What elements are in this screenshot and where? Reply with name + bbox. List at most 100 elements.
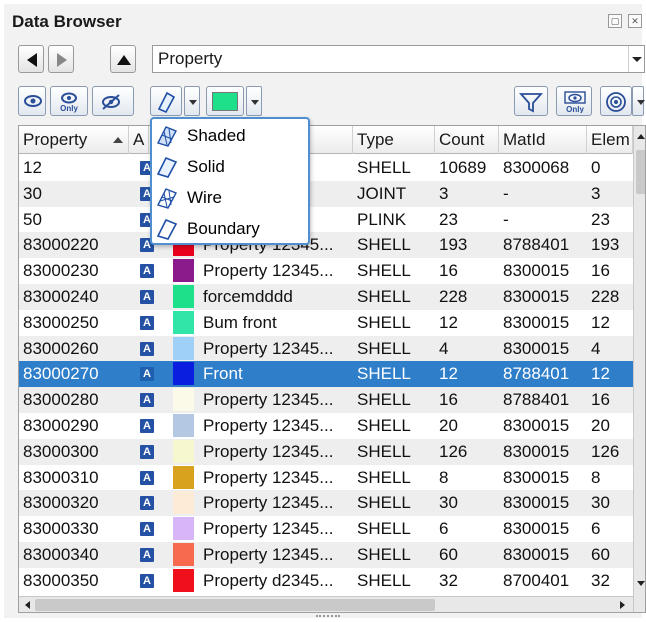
cell-property: 83000340 bbox=[23, 544, 99, 564]
assembly-icon: A bbox=[140, 289, 154, 304]
table-row[interactable]: 83000270 Front SHELL 12 8788401 12 A bbox=[19, 361, 633, 388]
color-swatch[interactable] bbox=[173, 413, 194, 437]
color-dropdown[interactable] bbox=[246, 86, 262, 116]
scroll-up-icon[interactable] bbox=[634, 130, 646, 144]
color-swatch bbox=[212, 92, 238, 111]
vertical-scroll-thumb[interactable] bbox=[636, 150, 645, 194]
table-row[interactable]: 83000320 Property 12345... SHELL 30 8300015 3… bbox=[19, 490, 633, 517]
table-row[interactable]: 83000350 Property d2345... SHELL 32 8700401 3… bbox=[19, 568, 633, 594]
color-button[interactable] bbox=[206, 86, 244, 116]
close-icon[interactable]: ✕ bbox=[628, 14, 642, 28]
shaded-icon bbox=[157, 126, 177, 147]
show-only-filtered-button[interactable]: Only bbox=[556, 86, 592, 116]
display-mode-button[interactable] bbox=[150, 86, 182, 116]
column-header-elem[interactable]: Elem bbox=[587, 126, 633, 154]
hide-button[interactable] bbox=[92, 86, 134, 116]
filter-button[interactable] bbox=[514, 86, 548, 116]
scroll-left-icon[interactable] bbox=[21, 598, 35, 612]
target-dropdown[interactable] bbox=[632, 86, 645, 116]
table-row[interactable]: 50rtyPLINK23-23A bbox=[19, 207, 633, 233]
back-button[interactable] bbox=[18, 45, 44, 73]
color-swatch[interactable] bbox=[173, 336, 194, 360]
cell-type: PLINK bbox=[357, 209, 407, 229]
assembly-icon: A bbox=[140, 573, 154, 588]
cell-elem: 8 bbox=[591, 467, 601, 487]
chevron-down-icon[interactable] bbox=[628, 46, 644, 72]
color-swatch[interactable] bbox=[173, 284, 194, 308]
color-swatch[interactable] bbox=[173, 465, 194, 489]
cell-property: 83000240 bbox=[23, 286, 99, 306]
resize-grip[interactable] bbox=[316, 615, 340, 618]
table-row[interactable]: 30 JOINT 3-3 A bbox=[19, 180, 633, 207]
scroll-right-icon[interactable] bbox=[615, 598, 629, 612]
table-row[interactable]: 83000290 Property 12345... SHELL 20 8300015 2… bbox=[19, 413, 633, 439]
color-swatch[interactable] bbox=[173, 517, 194, 541]
table-header: Property A Type Count MatId Elem bbox=[19, 126, 633, 154]
entity-type-select[interactable]: Property bbox=[152, 45, 645, 73]
assembly-icon: A bbox=[140, 341, 154, 356]
color-swatch[interactable] bbox=[173, 568, 194, 592]
color-swatch[interactable] bbox=[173, 259, 194, 283]
column-header-a[interactable]: A bbox=[129, 126, 149, 154]
horizontal-scrollbar[interactable] bbox=[19, 596, 633, 612]
column-header-property[interactable]: Property bbox=[19, 126, 129, 154]
cell-name: Property 12345... bbox=[203, 493, 334, 513]
restore-icon[interactable]: ▢ bbox=[608, 14, 622, 28]
cell-count: 20 bbox=[439, 415, 458, 435]
color-swatch[interactable] bbox=[173, 439, 194, 463]
cell-elem: 23 bbox=[591, 209, 610, 229]
show-only-button[interactable]: Only bbox=[50, 86, 88, 116]
table-row[interactable]: 83000340 Property 12345... SHELL 60 8300015 6… bbox=[19, 541, 633, 568]
cell-type: SHELL bbox=[357, 467, 411, 487]
cell-matid: 8300015 bbox=[503, 261, 570, 281]
cell-count: 16 bbox=[439, 390, 458, 410]
cell-type: SHELL bbox=[357, 519, 411, 539]
arrow-left-icon bbox=[27, 53, 37, 67]
table-row[interactable]: 83000220Property 12345...SHELL1938788401… bbox=[19, 232, 633, 259]
scroll-down-icon[interactable] bbox=[634, 576, 646, 590]
menu-item-boundary[interactable]: Boundary bbox=[152, 214, 308, 244]
cell-type: SHELL bbox=[357, 261, 411, 281]
menu-item-shaded[interactable]: Shaded bbox=[152, 121, 308, 151]
menu-item-solid[interactable]: Solid bbox=[152, 152, 308, 182]
column-header-matid[interactable]: MatId bbox=[499, 126, 587, 154]
cell-name: Property 12345... bbox=[203, 338, 334, 358]
cell-count: 4 bbox=[439, 338, 449, 358]
assembly-icon: A bbox=[140, 264, 154, 279]
menu-item-wire[interactable]: Wire bbox=[152, 183, 308, 213]
assembly-icon: A bbox=[140, 470, 154, 485]
color-swatch[interactable] bbox=[173, 491, 194, 515]
cell-name: forcemdddd bbox=[203, 286, 293, 306]
cell-type: SHELL bbox=[357, 286, 411, 306]
up-button[interactable] bbox=[110, 45, 136, 73]
display-mode-dropdown[interactable] bbox=[184, 86, 200, 116]
vertical-scrollbar[interactable] bbox=[633, 126, 646, 612]
table-row[interactable]: 83000250 Bum front SHELL 12 8300015 12 A bbox=[19, 310, 633, 336]
table-row[interactable]: 83000240 forcemdddd SHELL 228 8300015 228 A bbox=[19, 283, 633, 310]
cell-elem: 126 bbox=[591, 441, 620, 461]
solid-icon bbox=[156, 156, 178, 178]
target-icon bbox=[606, 92, 626, 112]
assembly-icon: A bbox=[140, 367, 154, 382]
table-row[interactable]: 83000310 Property 12345... SHELL 8 8300015 8 A bbox=[19, 465, 633, 491]
table-row[interactable]: 83000280 Property 12345... SHELL 16 8788401 1… bbox=[19, 387, 633, 413]
arrow-up-icon bbox=[117, 55, 131, 65]
cell-matid: 8788401 bbox=[503, 364, 570, 384]
target-button[interactable] bbox=[600, 86, 632, 116]
table-row[interactable]: 83000330 Property 12345... SHELL 6 8300015 6 A bbox=[19, 516, 633, 542]
color-swatch[interactable] bbox=[173, 362, 194, 386]
table-row[interactable]: 83000230 Property 12345... SHELL 16 8300015 1… bbox=[19, 258, 633, 284]
color-swatch[interactable] bbox=[173, 542, 194, 566]
show-button[interactable] bbox=[18, 86, 46, 116]
entity-type-value: Property bbox=[158, 49, 223, 68]
table-row[interactable]: 83000260 Property 12345... SHELL 4 8300015 4 A bbox=[19, 335, 633, 362]
column-header-type[interactable]: Type bbox=[353, 126, 435, 154]
table-row[interactable]: 12 SHELL 10689 8300068 0 A bbox=[19, 155, 633, 181]
color-swatch[interactable] bbox=[173, 388, 194, 412]
cell-name: Property 12345... bbox=[203, 390, 334, 410]
column-header-count[interactable]: Count bbox=[435, 126, 499, 154]
color-swatch[interactable] bbox=[173, 310, 194, 334]
forward-button[interactable] bbox=[48, 45, 74, 73]
horizontal-scroll-thumb[interactable] bbox=[35, 599, 435, 611]
table-row[interactable]: 83000300 Property 12345... SHELL 126 8300015… bbox=[19, 438, 633, 465]
